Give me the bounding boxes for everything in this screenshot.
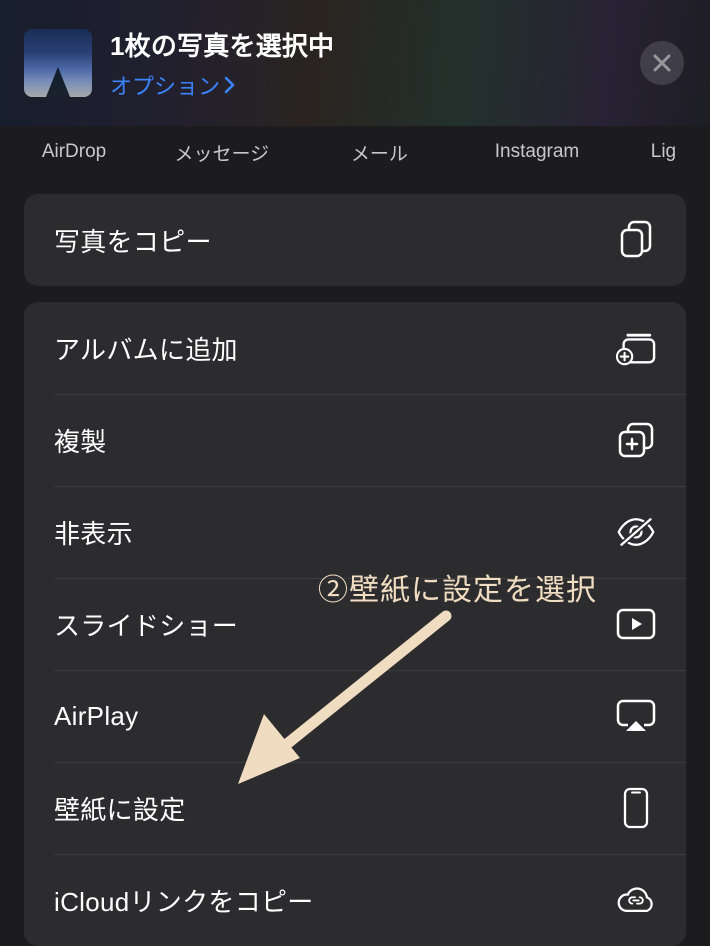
share-target-more[interactable]: Lig [621,141,700,163]
close-icon [652,53,672,73]
header-title: 1枚の写真を選択中 [110,26,334,63]
add-to-album-label: アルバムに追加 [54,330,238,367]
header-text-block: 1枚の写真を選択中 オプション [110,26,334,101]
icloud-link-row[interactable]: iCloudリンクをコピー [24,854,686,946]
share-sheet-header: 1枚の写真を選択中 オプション [0,0,710,126]
slideshow-row[interactable]: スライドショー [24,578,686,670]
eye-slash-icon [616,512,656,552]
share-targets-row: AirDrop メッセージ メール Instagram Lig [0,126,710,178]
share-target-mail[interactable]: メール [306,139,454,166]
action-group-copy: 写真をコピー [24,194,686,286]
action-groups: 写真をコピー アルバムに追加 複製 [0,178,710,946]
album-add-icon [616,328,656,368]
airplay-label: AirPlay [54,701,138,732]
close-button[interactable] [640,41,684,85]
cloud-link-icon [616,880,656,920]
copy-photo-label: 写真をコピー [54,222,212,259]
iphone-icon [616,788,656,828]
chevron-right-icon [224,76,236,94]
hide-row[interactable]: 非表示 [24,486,686,578]
share-target-messages[interactable]: メッセージ [138,139,305,166]
copy-icon [616,220,656,260]
options-label: オプション [110,69,220,101]
duplicate-label: 複製 [54,422,107,459]
share-target-instagram[interactable]: Instagram [453,141,620,163]
action-group-main: アルバムに追加 複製 非表示 [24,302,686,946]
set-wallpaper-row[interactable]: 壁紙に設定 [24,762,686,854]
copy-photo-row[interactable]: 写真をコピー [24,194,686,286]
icloud-link-label: iCloudリンクをコピー [54,882,314,919]
airplay-icon [616,696,656,736]
add-to-album-row[interactable]: アルバムに追加 [24,302,686,394]
airplay-row[interactable]: AirPlay [24,670,686,762]
share-target-airdrop[interactable]: AirDrop [10,141,138,163]
play-rect-icon [616,604,656,644]
duplicate-row[interactable]: 複製 [24,394,686,486]
selected-photo-thumbnail [24,29,92,97]
hide-label: 非表示 [54,514,133,551]
options-link[interactable]: オプション [110,69,334,101]
set-wallpaper-label: 壁紙に設定 [54,790,186,827]
slideshow-label: スライドショー [54,606,238,643]
duplicate-icon [616,420,656,460]
